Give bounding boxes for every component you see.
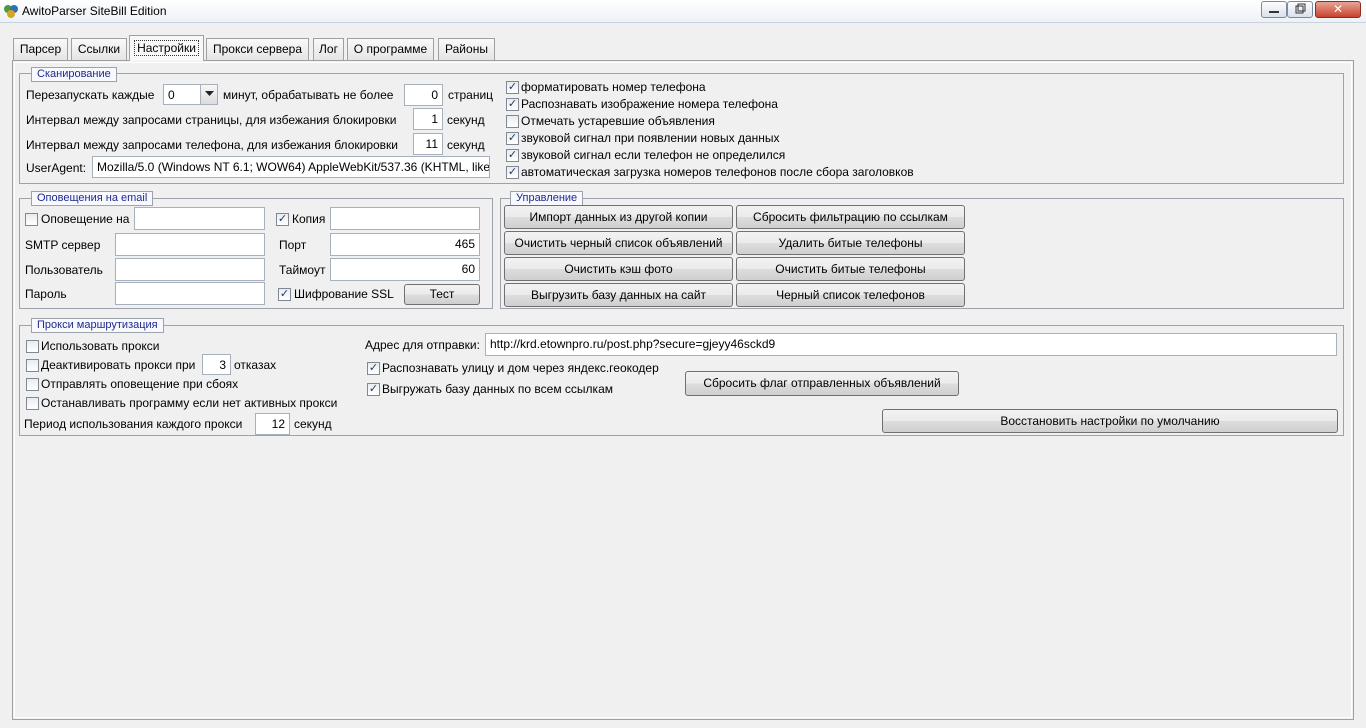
sound-new-data-label: звуковой сигнал при появлении новых данн… [521,131,780,145]
address-input[interactable]: http://krd.etownpro.ru/post.php?secure=g… [485,333,1337,356]
sound-new-data-checkbox[interactable]: ✓ [506,132,519,145]
maximize-button[interactable] [1287,1,1313,18]
page-interval-label: Интервал между запросами страницы, для и… [26,113,397,127]
control-legend: Управление [510,191,584,206]
port-input[interactable]: 465 [330,233,480,256]
use-proxy-label: Использовать прокси [41,339,160,353]
auto-load-phones-checkbox[interactable]: ✓ [506,166,519,179]
clear-ad-blacklist-button[interactable]: Очистить черный список объявлений [504,231,733,255]
scan-legend: Сканирование [31,67,117,82]
period-unit: секунд [294,417,332,431]
tab-links[interactable]: Ссылки [71,38,127,60]
mark-outdated-checkbox[interactable] [506,115,519,128]
format-phone-checkbox[interactable]: ✓ [506,81,519,94]
mark-outdated-label: Отмечать устаревшие объявления [521,114,715,128]
port-label: Порт [279,238,307,252]
stop-program-checkbox[interactable] [26,397,39,410]
useragent-label: UserAgent: [26,161,87,175]
app-icon [3,3,19,19]
test-button[interactable]: Тест [404,284,480,305]
title-bar [0,0,1366,23]
close-button[interactable]: ✕ [1315,1,1361,18]
email-copy-input[interactable] [330,207,480,230]
smtp-label: SMTP сервер [25,238,101,252]
email-notify-label: Оповещение на [41,212,130,226]
address-label: Адрес для отправки: [365,338,480,352]
delete-broken-phones-button[interactable]: Удалить битые телефоны [736,231,965,255]
import-data-button[interactable]: Импорт данных из другой копии [504,205,733,229]
ssl-checkbox[interactable]: ✓ [278,288,291,301]
tab-parser[interactable]: Парсер [13,38,68,60]
use-proxy-checkbox[interactable] [26,340,39,353]
restore-defaults-button[interactable]: Восстановить настройки по умолчанию [882,409,1338,433]
timeout-input[interactable]: 60 [330,258,480,281]
close-icon: ✕ [1332,2,1344,16]
export-all-links-label: Выгружать базу данных по всем ссылкам [382,382,613,396]
minutes-label: минут, обрабатывать не более [223,88,394,102]
timeout-label: Таймоут [279,263,326,277]
period-input[interactable]: 12 [255,413,290,435]
tab-settings-label: Настройки [134,40,199,56]
sound-phone-fail-label: звуковой сигнал если телефон не определи… [521,148,786,162]
phone-interval-label: Интервал между запросами телефона, для и… [26,138,398,152]
reset-link-filter-button[interactable]: Сбросить фильтрацию по ссылкам [736,205,965,229]
reset-sent-flag-button[interactable]: Сбросить флаг отправленных объявлений [685,371,959,396]
format-phone-label: форматировать номер телефона [521,80,706,94]
email-legend: Оповещения на email [31,191,154,206]
sound-phone-fail-checkbox[interactable]: ✓ [506,149,519,162]
deactivate-proxy-checkbox[interactable] [26,359,39,372]
proxy-legend: Прокси маршрутизация [31,318,164,333]
pages-label: страниц [448,88,494,102]
export-db-to-site-button[interactable]: Выгрузить базу данных на сайт [504,283,733,307]
auto-load-phones-label: автоматическая загрузка номеров телефоно… [521,165,914,179]
deactivate-count-input[interactable]: 3 [202,354,231,375]
tab-log[interactable]: Лог [313,38,344,60]
tab-settings[interactable]: Настройки [129,35,204,61]
stop-program-label: Останавливать программу если нет активны… [41,396,338,410]
chevron-down-icon[interactable] [200,85,217,104]
recognize-phone-image-checkbox[interactable]: ✓ [506,98,519,111]
geocoder-checkbox[interactable]: ✓ [367,362,380,375]
useragent-input[interactable]: Mozilla/5.0 (Windows NT 6.1; WOW64) Appl… [92,156,490,178]
password-label: Пароль [25,287,67,301]
user-label: Пользователь [25,263,103,277]
recognize-phone-image-label: Распознавать изображение номера телефона [521,97,778,111]
tab-districts[interactable]: Районы [438,38,495,60]
password-input[interactable] [115,282,265,305]
page-interval-input[interactable]: 1 [413,108,443,130]
clear-broken-phones-button[interactable]: Очистить битые телефоны [736,257,965,281]
email-notify-checkbox[interactable] [25,213,38,226]
notify-failures-checkbox[interactable] [26,378,39,391]
window-title: AwitoParser SiteBill Edition [22,4,167,18]
phone-blacklist-button[interactable]: Черный список телефонов [736,283,965,307]
max-pages-input[interactable]: 0 [404,84,443,106]
phone-interval-input[interactable]: 11 [413,133,443,155]
export-all-links-checkbox[interactable]: ✓ [367,383,380,396]
user-input[interactable] [115,258,265,281]
tab-proxy-servers[interactable]: Прокси сервера [206,38,309,60]
period-label: Период использования каждого прокси [24,417,243,431]
phone-interval-unit: секунд [447,138,485,152]
notify-failures-label: Отправлять оповещение при сбоях [41,377,239,391]
clear-photo-cache-button[interactable]: Очистить кэш фото [504,257,733,281]
smtp-input[interactable] [115,233,265,256]
ssl-label: Шифрование SSL [294,287,394,301]
restart-interval-value: 0 [168,88,175,102]
restart-label: Перезапускать каждые [26,88,155,102]
geocoder-label: Распознавать улицу и дом через яндекс.ге… [382,361,659,375]
minimize-button[interactable] [1261,1,1287,18]
tab-about[interactable]: О программе [347,38,434,60]
page-interval-unit: секунд [447,113,485,127]
email-copy-checkbox[interactable]: ✓ [276,213,289,226]
failures-label: отказах [234,358,277,372]
deactivate-proxy-label: Деактивировать прокси при [41,358,196,372]
email-copy-label: Копия [292,212,326,226]
email-notify-input[interactable] [134,207,265,230]
